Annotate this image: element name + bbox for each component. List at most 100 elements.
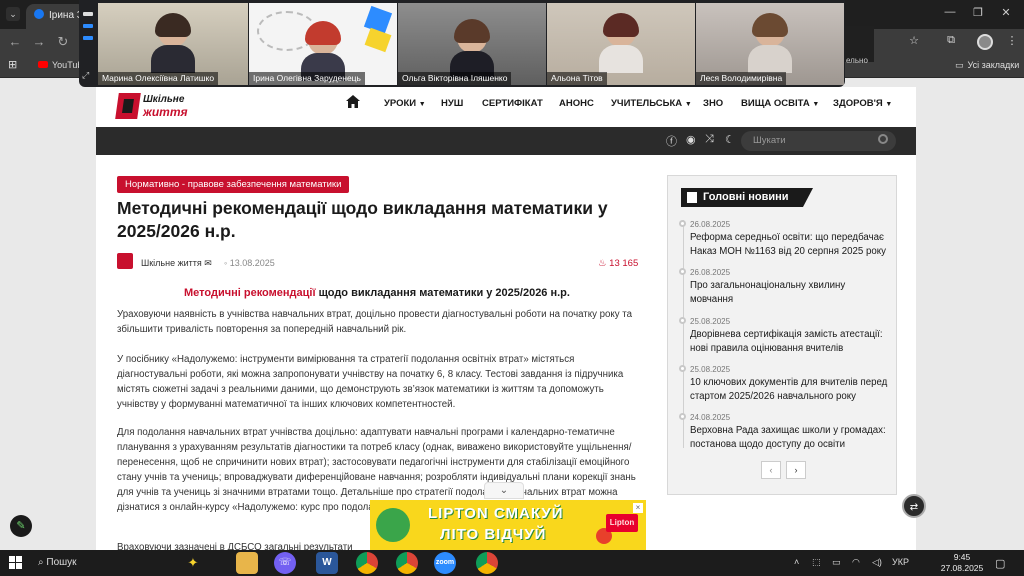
rss-icon[interactable]: ◉ [686, 133, 696, 146]
close-window-icon[interactable]: ✕ [996, 6, 1016, 19]
participant-tile[interactable]: Ольга Вікторівна Іляшенко [398, 3, 546, 85]
windows-taskbar [0, 550, 1024, 576]
taskbar-search[interactable]: ⌕ Пошук [38, 557, 77, 568]
ad-close-icon[interactable]: × [633, 503, 643, 513]
participant-tile[interactable]: Марина Олексіївна Латишко [98, 3, 248, 85]
news-item[interactable]: Про загальнонаціональну хвилину мовчання [690, 279, 890, 307]
participant-tile[interactable]: Ірина Олегівна Заруденець [249, 3, 397, 85]
zoom-icon[interactable]: zoom [434, 552, 456, 574]
video-toggle-icon[interactable] [83, 24, 93, 28]
participant-tile[interactable]: Леся Володимирівна [696, 3, 844, 85]
site-logo[interactable]: Шкільне життя [115, 91, 188, 123]
chevron-down-icon: ▼ [418, 101, 426, 108]
chevron-down-icon: ▼ [885, 101, 893, 108]
chat-widget-icon[interactable]: ⇄ [902, 494, 926, 518]
logo-mark [115, 93, 141, 119]
home-icon[interactable] [346, 95, 360, 108]
tab-search-icon[interactable]: ⌄ [6, 7, 20, 21]
participant-name: Ірина Олегівна Заруденець [249, 72, 365, 85]
nav-nush[interactable]: НУШ [441, 98, 463, 109]
news-date: 25.08.2025 [690, 317, 731, 326]
back-icon[interactable]: ← [8, 34, 22, 49]
sidebar-next-button[interactable]: › [786, 461, 806, 479]
reload-icon[interactable]: ↻ [56, 34, 70, 50]
facebook-icon [34, 9, 44, 19]
logo-text-line2: життя [143, 105, 188, 119]
copilot-sparkle-icon[interactable]: ✦ [182, 552, 204, 574]
menu-dots-icon[interactable]: ⋮ [1004, 34, 1020, 47]
news-item[interactable]: Верховна Рада захищає школи у громадах: … [690, 424, 890, 452]
category-badge[interactable]: Нормативно - правове забезпечення матема… [117, 176, 350, 193]
advertisement-banner[interactable]: LIPTON СМАКУЙ ЛІТО ВІДЧУЙ Lipton × [370, 500, 646, 550]
extensions-icon[interactable]: ⧉ [943, 34, 959, 47]
minimize-icon[interactable]: — [940, 6, 960, 18]
mic-toggle-icon[interactable] [83, 36, 93, 40]
article-paragraph: У посібнику «Надолужемо: інструменти вим… [117, 354, 624, 410]
participant-name: Марина Олексіївна Латишко [98, 72, 219, 85]
news-date: 24.08.2025 [690, 413, 731, 422]
viber-icon[interactable]: ☏ [274, 552, 296, 574]
news-item[interactable]: 10 ключових документів для вчителів пере… [690, 376, 890, 404]
nav-health[interactable]: ЗДОРОВ'Я ▼ [833, 98, 892, 109]
facebook-icon[interactable]: ⓕ [666, 133, 677, 149]
popup-fragment-text: ельно [846, 56, 868, 65]
participant-tile-active-speaker[interactable]: Альона Тітов [547, 3, 695, 85]
nav-teachers[interactable]: УЧИТЕЛЬСЬКА ▼ [611, 98, 692, 109]
collapse-ad-button[interactable]: ⌄ [484, 482, 524, 499]
article-subtitle: Методичні рекомендації щодо викладання м… [184, 287, 570, 299]
view-toggle-icon[interactable] [83, 12, 93, 16]
timeline-dot [679, 268, 686, 275]
battery-icon[interactable]: ▭ [832, 557, 841, 568]
author-name[interactable]: Шкільне життя ✉ [141, 258, 212, 269]
nav-announcement[interactable]: АНОНС [559, 98, 594, 109]
news-date: 26.08.2025 [690, 268, 731, 277]
news-item[interactable]: Реформа середньої освіти: що передбачає … [690, 231, 890, 259]
windows-start-icon[interactable] [9, 556, 23, 570]
chevron-down-icon: ▼ [812, 101, 820, 108]
chrome-icon[interactable] [356, 552, 378, 574]
nav-certificate[interactable]: СЕРТИФІКАТ [482, 98, 543, 109]
browser-tab-active[interactable]: Ірина За [26, 4, 86, 29]
wifi-icon[interactable]: ◠ [852, 557, 860, 568]
ad-subline: ЛІТО ВІДЧУЙ [440, 526, 547, 543]
news-date: 25.08.2025 [690, 365, 731, 374]
sidebar-prev-button[interactable]: ‹ [761, 461, 781, 479]
logo-text-line1: Шкільне [143, 94, 185, 105]
article-paragraph: Ураховуючи наявність в учнівства навчаль… [117, 309, 632, 335]
apps-grid-icon[interactable]: ⊞ [8, 58, 17, 71]
taskbar-clock[interactable]: 9:45 27.08.2025 [940, 552, 984, 574]
news-item[interactable]: Дворівнева сертифікація замість атестаці… [690, 328, 890, 356]
notifications-icon[interactable]: ▢ [995, 557, 1005, 570]
chrome-icon[interactable] [396, 552, 418, 574]
lipton-logo: Lipton [606, 514, 638, 532]
expand-icon[interactable]: ⤢ [82, 70, 89, 81]
search-icon[interactable] [878, 134, 888, 144]
shuffle-icon[interactable]: ⤨ [705, 133, 714, 146]
nav-higher-ed[interactable]: ВИЩА ОСВІТА ▼ [741, 98, 819, 109]
dark-mode-icon[interactable]: ☾ [725, 133, 735, 146]
nav-zno[interactable]: ЗНО [703, 98, 723, 109]
participant-name: Ольга Вікторівна Іляшенко [398, 72, 512, 85]
bookmark-star-icon[interactable]: ☆ [906, 34, 922, 47]
search-input[interactable]: Шукати [741, 131, 896, 151]
edit-icon[interactable]: ✎ [10, 515, 32, 537]
all-bookmarks[interactable]: ▭ Усі закладки [955, 60, 1019, 71]
bookmark-youtube[interactable]: YouTub [38, 60, 82, 70]
tray-icon[interactable]: ⬚ [812, 557, 821, 568]
news-date: 26.08.2025 [690, 220, 731, 229]
maximize-icon[interactable]: ❐ [968, 6, 988, 19]
word-icon[interactable]: W [316, 552, 338, 574]
timeline-dot [679, 220, 686, 227]
profile-avatar[interactable] [977, 34, 993, 50]
volume-icon[interactable]: ◁) [872, 557, 882, 568]
search-icon: ⌕ [38, 557, 44, 568]
language-indicator[interactable]: УКР [892, 557, 909, 567]
chrome-icon[interactable] [476, 552, 498, 574]
lemon-leaf-graphic [376, 508, 410, 542]
file-explorer-icon[interactable] [236, 552, 258, 574]
nav-uroky[interactable]: УРОКИ ▼ [384, 98, 426, 109]
forward-icon[interactable]: → [32, 34, 46, 49]
envelope-icon[interactable]: ✉ [204, 258, 212, 268]
ad-headline: LIPTON СМАКУЙ [428, 505, 564, 522]
tray-chevron-icon[interactable]: ˄ [794, 557, 799, 567]
